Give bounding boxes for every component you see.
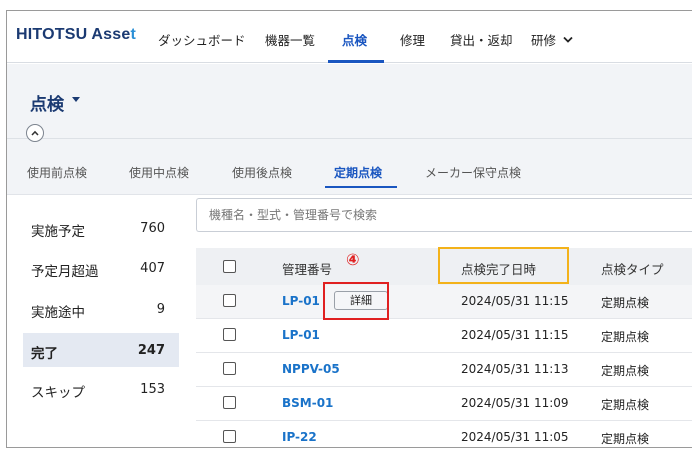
nav-item-training-label: 研修 [531,33,557,48]
highlight-box-completed-at [438,247,569,284]
status-item-in-progress[interactable]: 実施途中 9 [23,292,179,326]
asset-id-link[interactable]: IP-22 [282,430,317,444]
status-count: 9 [156,302,165,317]
nav-item-repair[interactable]: 修理 [400,30,425,49]
inspection-type: 定期点検 [601,364,650,378]
nav-item-dashboard[interactable]: ダッシュボード [158,30,246,49]
subtab-maker-maintenance[interactable]: メーカー保守点検 [425,164,521,181]
subtab-active-indicator [325,186,397,188]
inspection-type: 定期点検 [601,330,650,344]
completed-at: 2024/05/31 11:09 [461,396,569,410]
status-label: スキップ [31,385,85,401]
status-item-skipped[interactable]: スキップ 153 [23,372,179,406]
status-item-completed[interactable]: 完了 247 [23,333,179,367]
nav-active-indicator [328,60,384,63]
asset-id-link[interactable]: LP-01 [282,294,320,308]
status-count: 153 [140,382,165,397]
nav-item-training[interactable]: 研修 [531,30,573,49]
nav-item-equipment-list[interactable]: 機器一覧 [265,30,315,49]
asset-id-link[interactable]: NPPV-05 [282,362,340,376]
brand-name: HITOTSU Asset [16,26,136,43]
table-row[interactable]: IP-22 2024/05/31 11:05 定期点検 [196,421,692,447]
table-row[interactable]: BSM-01 2024/05/31 11:09 定期点検 [196,387,692,421]
brand-logo[interactable]: HITOTSU Asset [16,26,136,44]
row-checkbox[interactable] [223,362,236,375]
search-box [196,198,692,232]
subtab-in-use[interactable]: 使用中点検 [129,164,189,181]
status-item-scheduled[interactable]: 実施予定 760 [23,211,179,245]
status-label: 完了 [31,346,58,362]
row-checkbox[interactable] [223,430,236,443]
asset-id-link[interactable]: LP-01 [282,328,320,342]
status-count: 407 [140,261,165,276]
table-row[interactable]: LP-01 詳細 2024/05/31 11:15 定期点検 [196,285,692,319]
inspection-type: 定期点検 [601,398,650,412]
status-label: 予定月超過 [31,264,99,280]
status-label: 実施予定 [31,224,85,240]
row-checkbox[interactable] [223,328,236,341]
page-title[interactable]: 点検 [30,90,64,115]
status-item-overdue[interactable]: 予定月超過 407 [23,251,179,285]
subtab-post-use[interactable]: 使用後点検 [232,164,292,181]
app-window: HITOTSU Asset ダッシュボード 機器一覧 点検 修理 貸出・返却 研… [6,10,692,448]
chevron-down-icon [563,36,573,43]
subtab-periodic[interactable]: 定期点検 [334,164,382,181]
completed-at: 2024/05/31 11:15 [461,294,569,308]
status-label: 実施途中 [31,305,85,321]
inspection-type: 定期点検 [601,296,650,310]
column-header-type[interactable]: 点検タイプ [601,259,664,278]
caret-down-icon[interactable] [72,97,80,102]
status-count: 247 [137,343,165,358]
completed-at: 2024/05/31 11:15 [461,328,569,342]
row-checkbox[interactable] [223,294,236,307]
asset-id-link[interactable]: BSM-01 [282,396,333,410]
page-header: 点検 使用前点検 使用中点検 使用後点検 定期点検 メーカー保守点検 [7,64,692,195]
status-count: 760 [140,221,165,236]
column-header-id[interactable]: 管理番号 [282,259,332,278]
table-row[interactable]: LP-01 2024/05/31 11:15 定期点検 [196,319,692,353]
inspection-type: 定期点検 [601,432,650,446]
row-checkbox[interactable] [223,396,236,409]
nav-item-inspection[interactable]: 点検 [342,30,367,49]
top-nav: HITOTSU Asset ダッシュボード 機器一覧 点検 修理 貸出・返却 研… [7,11,692,63]
chevron-up-icon [31,130,39,136]
nav-item-lending[interactable]: 貸出・返却 [450,30,513,49]
header-divider [7,138,692,139]
search-input[interactable] [197,199,692,231]
subtab-pre-use[interactable]: 使用前点検 [27,164,87,181]
table-row[interactable]: NPPV-05 2024/05/31 11:13 定期点検 [196,353,692,387]
completed-at: 2024/05/31 11:05 [461,430,569,444]
step-number-annotation: ④ [346,250,360,269]
highlight-box-detail [323,282,389,320]
completed-at: 2024/05/31 11:13 [461,362,569,376]
select-all-checkbox[interactable] [223,260,236,273]
collapse-button[interactable] [26,124,44,142]
